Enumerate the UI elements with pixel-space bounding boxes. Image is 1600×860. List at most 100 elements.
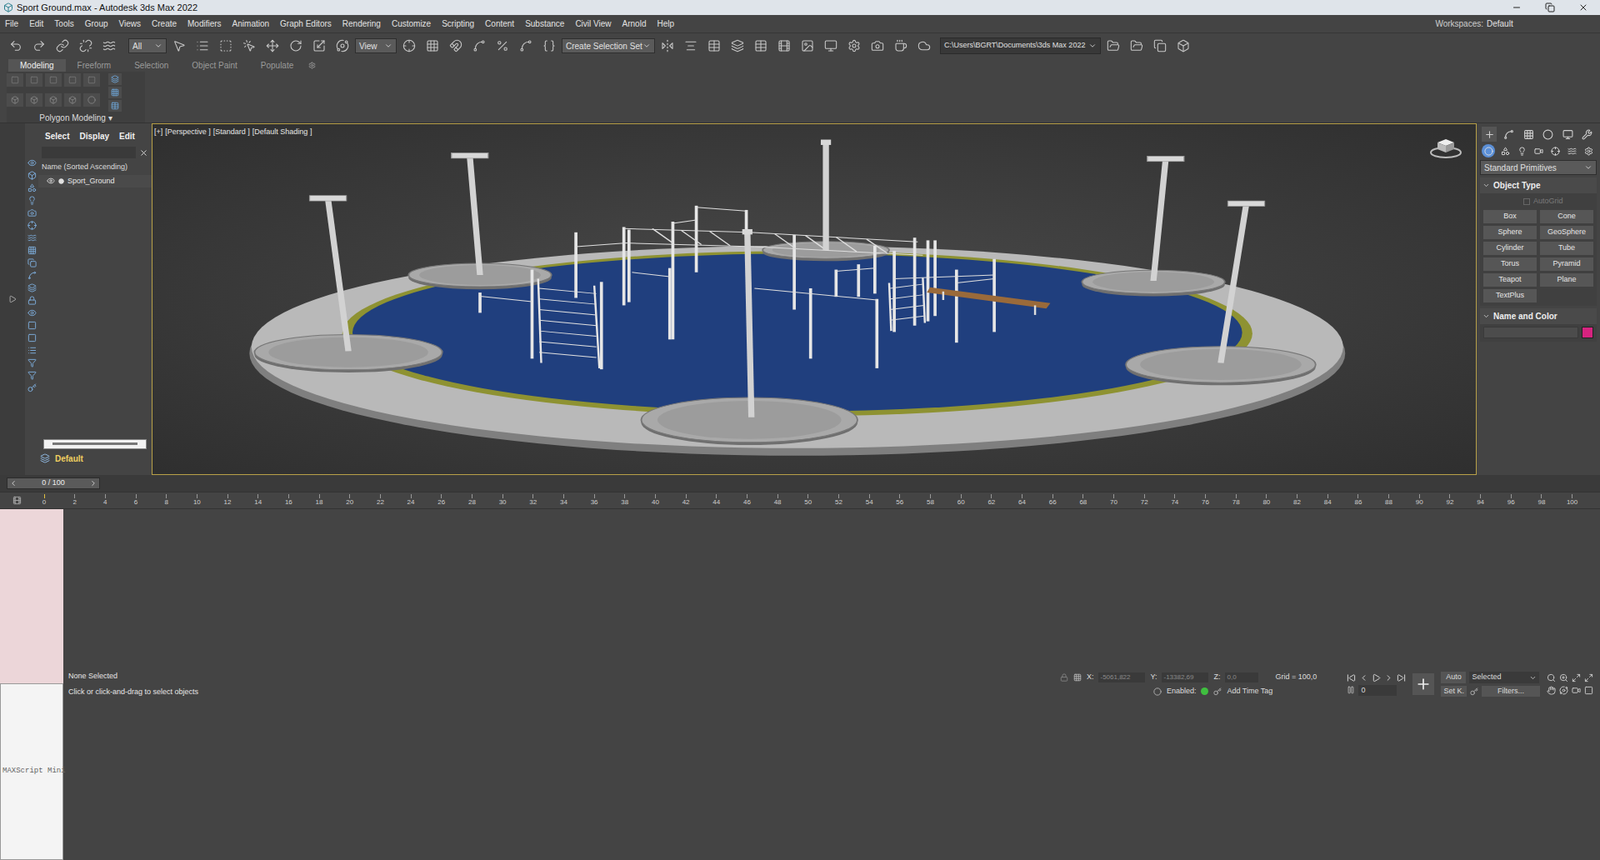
z-coordinate-field[interactable]: 0,0 <box>1225 672 1259 683</box>
category-tab[interactable] <box>1498 144 1512 158</box>
find-icon[interactable] <box>27 370 37 380</box>
ribbon-tab[interactable]: Freeform <box>65 59 124 72</box>
unlink-button[interactable] <box>75 35 97 57</box>
primitive-button[interactable]: GeoSphere <box>1540 225 1594 240</box>
angle-snap-button[interactable] <box>468 35 490 57</box>
command-tab[interactable] <box>1560 126 1575 142</box>
ribbon-tool-button[interactable] <box>6 93 24 107</box>
menu-item[interactable]: Animation <box>232 17 270 30</box>
menu-item[interactable]: File <box>5 17 19 30</box>
primitive-button[interactable]: Plane <box>1540 273 1594 287</box>
menu-item[interactable]: Views <box>119 17 142 30</box>
expand-tab-icon[interactable] <box>8 295 17 304</box>
percent-snap-button[interactable] <box>491 35 514 57</box>
category-tab[interactable] <box>1481 144 1495 158</box>
ribbon-button[interactable] <box>750 35 772 57</box>
display-children-icon[interactable] <box>27 345 37 355</box>
window-crossing-button[interactable] <box>238 35 260 57</box>
align-button[interactable] <box>680 35 702 57</box>
open-project-button[interactable] <box>1125 35 1148 57</box>
bind-spacewarp-button[interactable] <box>98 35 120 57</box>
display-invert-icon[interactable] <box>27 333 37 343</box>
primitive-button[interactable]: Teapot <box>1483 273 1537 287</box>
selection-region-button[interactable] <box>215 35 237 57</box>
spinner-snap-button[interactable] <box>515 35 537 57</box>
ribbon-tool-button[interactable] <box>108 73 122 85</box>
selection-filter-dropdown[interactable]: All <box>128 38 167 54</box>
scale-button[interactable] <box>308 35 330 57</box>
field-of-view-icon[interactable] <box>1571 685 1581 695</box>
primitive-button[interactable]: Pyramid <box>1540 257 1594 271</box>
menu-item[interactable]: Create <box>151 17 177 30</box>
command-tab[interactable] <box>1520 126 1536 142</box>
ribbon-tool-button[interactable] <box>83 93 100 107</box>
category-tab[interactable] <box>1565 144 1579 158</box>
restore-button[interactable] <box>1533 0 1567 15</box>
menu-item[interactable]: Edit <box>29 17 44 30</box>
display-helpers-icon[interactable] <box>27 220 37 230</box>
y-coordinate-field[interactable]: -13382,69 <box>1161 672 1209 683</box>
pan-icon[interactable] <box>1546 685 1556 695</box>
orbit-icon[interactable] <box>1559 685 1569 695</box>
mirror-button[interactable] <box>656 35 679 57</box>
primitive-button[interactable]: Cone <box>1540 210 1594 224</box>
ribbon-tool-button[interactable] <box>45 93 62 107</box>
next-frame-icon[interactable] <box>89 479 98 488</box>
select-by-name-button[interactable] <box>191 35 214 57</box>
display-shapes-icon[interactable] <box>27 183 37 193</box>
primitive-category-dropdown[interactable]: Standard Primitives <box>1480 160 1597 175</box>
menu-item[interactable]: Substance <box>525 17 565 30</box>
ribbon-tool-button[interactable] <box>108 86 122 99</box>
auto-key-button[interactable]: Auto <box>1440 671 1466 684</box>
redo-button[interactable] <box>28 35 50 57</box>
project-folder-button[interactable] <box>1102 35 1125 57</box>
command-tab[interactable] <box>1481 126 1497 142</box>
ribbon-tool-button[interactable] <box>25 93 43 107</box>
move-button[interactable] <box>261 35 284 57</box>
menu-item[interactable]: Scripting <box>441 17 475 30</box>
viewport[interactable]: [+][Perspective ][Standard ][Default Sha… <box>151 123 1477 475</box>
selection-lock-icon[interactable] <box>1060 673 1069 682</box>
time-slider[interactable]: 0 / 100 <box>0 475 1600 492</box>
ribbon-tool-button[interactable] <box>64 93 81 107</box>
new-project-button[interactable] <box>1149 35 1171 57</box>
play-icon[interactable] <box>1371 673 1381 683</box>
display-all-icon[interactable] <box>27 320 37 330</box>
current-layer[interactable]: Default <box>55 452 84 465</box>
zoom-icon[interactable] <box>1546 673 1556 683</box>
named-selection-button[interactable] <box>538 35 560 57</box>
go-to-start-icon[interactable] <box>1346 673 1356 683</box>
explorer-search-field[interactable] <box>41 146 136 159</box>
x-coordinate-field[interactable]: -5061,822 <box>1098 672 1145 683</box>
ribbon-tool-button[interactable] <box>83 73 100 87</box>
layer-explorer-button[interactable] <box>726 35 749 57</box>
ribbon-tool-button[interactable] <box>25 73 43 87</box>
display-hidden-icon[interactable] <box>27 308 37 318</box>
explorer-column-header[interactable]: Name (Sorted Ascending) <box>38 160 152 175</box>
menu-item[interactable]: Civil View <box>575 17 611 30</box>
zoom-extents-icon[interactable] <box>1571 673 1581 683</box>
display-lights-icon[interactable] <box>27 195 37 205</box>
primitive-button[interactable]: Box <box>1483 210 1537 224</box>
place-button[interactable] <box>331 35 354 57</box>
ribbon-tool-button[interactable] <box>45 73 62 87</box>
layer-explorer-icon[interactable] <box>40 453 50 464</box>
category-tab[interactable] <box>1548 144 1562 158</box>
close-button[interactable] <box>1566 0 1600 15</box>
primitive-button[interactable]: Torus <box>1483 257 1537 271</box>
zoom-extents-all-icon[interactable] <box>1584 673 1594 683</box>
scene-3d[interactable] <box>152 124 1476 475</box>
viewport-label[interactable]: [Perspective ] <box>165 126 211 139</box>
snap-button[interactable] <box>445 35 467 57</box>
reference-coordinate-dropdown[interactable]: View <box>355 38 397 54</box>
command-tab[interactable] <box>1501 126 1517 142</box>
ribbon-tool-button[interactable] <box>108 100 122 112</box>
explorer-tab[interactable]: Select <box>45 130 70 143</box>
adaptive-degradation-toggle[interactable] <box>1200 687 1209 695</box>
explorer-tab[interactable]: Display <box>79 130 110 143</box>
current-frame-field[interactable]: 0 <box>1358 685 1397 697</box>
primitive-button[interactable]: Sphere <box>1483 225 1537 240</box>
ribbon-tool-button[interactable] <box>6 73 24 87</box>
toggle-scene-explorer-button[interactable] <box>703 35 725 57</box>
menu-item[interactable]: Modifiers <box>187 17 222 30</box>
